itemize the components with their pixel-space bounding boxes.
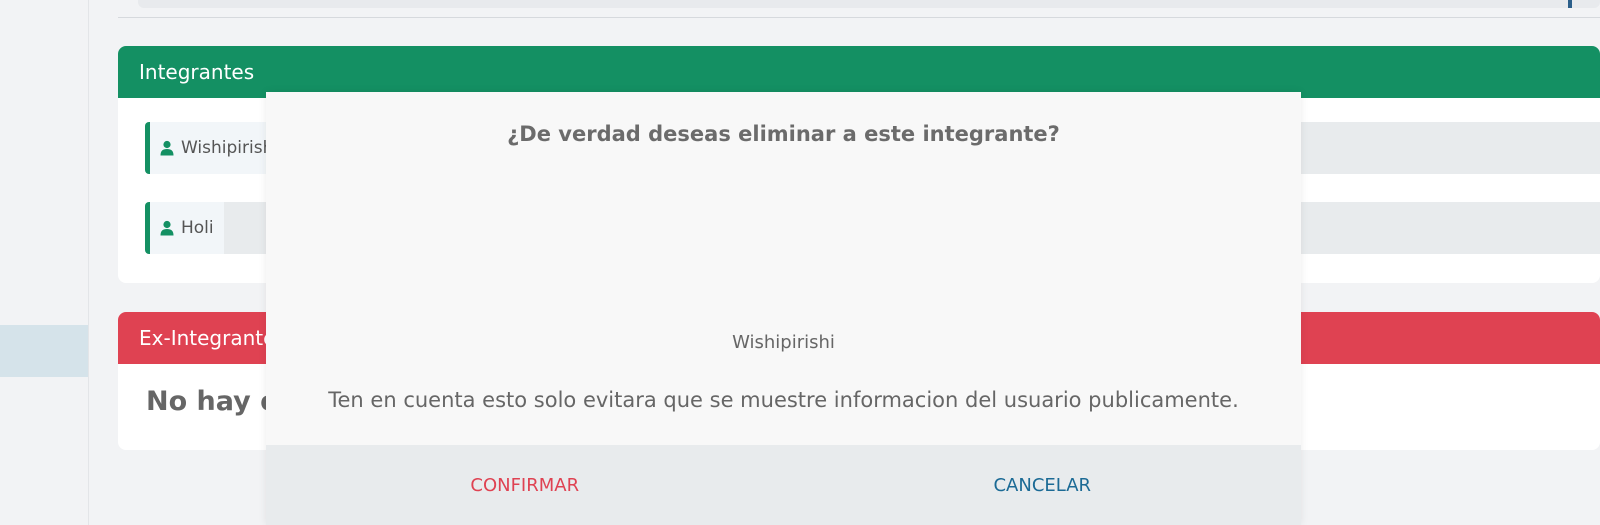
dialog-title: ¿De verdad deseas eliminar a este integr… (507, 122, 1060, 146)
integrantes-header: Integrantes (118, 46, 1600, 98)
integrantes-title: Integrantes (139, 60, 255, 84)
cancel-button[interactable]: CANCELAR (784, 445, 1302, 525)
member-tag[interactable]: Holi (145, 202, 224, 254)
user-icon (160, 140, 174, 156)
sidebar-active-item[interactable] (0, 325, 88, 377)
confirm-delete-dialog: ¿De verdad deseas eliminar a este integr… (266, 92, 1301, 525)
confirm-button[interactable]: CONFIRMAR (266, 445, 784, 525)
member-name: Holi (181, 218, 214, 238)
member-name: Wishipirishi (181, 138, 279, 158)
dialog-footer: CONFIRMAR CANCELAR (266, 445, 1301, 525)
dialog-member-name: Wishipirishi (732, 332, 835, 353)
ex-integrantes-title: Ex-Integrantes (139, 326, 286, 350)
user-icon (160, 220, 174, 236)
dialog-note: Ten en cuenta esto solo evitara que se m… (328, 388, 1239, 412)
sidebar (0, 0, 89, 525)
divider (118, 17, 1600, 18)
top-panel-accent (1568, 0, 1572, 8)
top-panel-edge (138, 0, 1600, 8)
